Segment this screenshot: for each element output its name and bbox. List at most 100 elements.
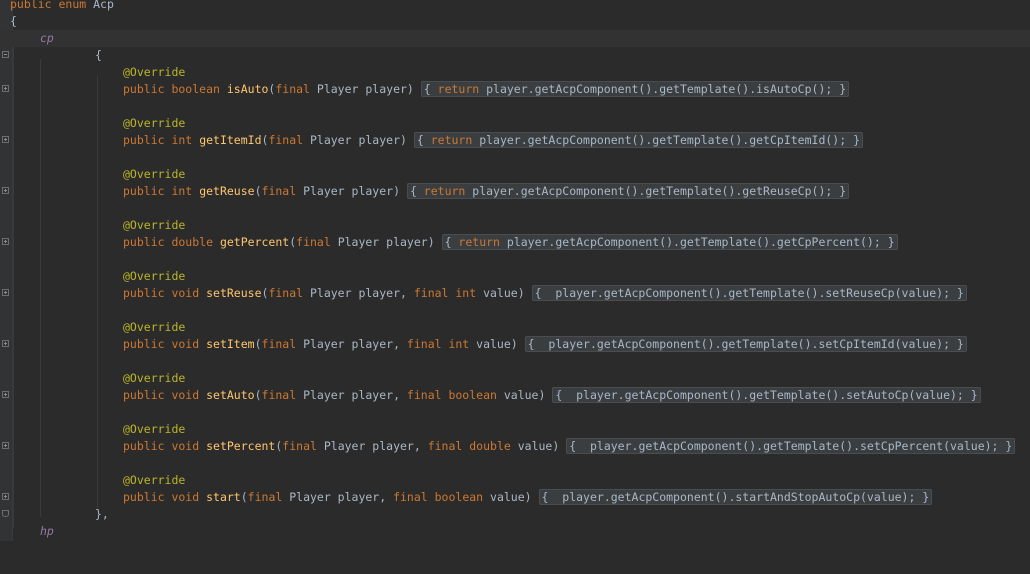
fold-expand-icon[interactable] — [2, 340, 9, 347]
method-name: setReuse — [206, 286, 262, 300]
inner-close-brace: }, — [95, 507, 109, 521]
fold-expand-icon[interactable] — [2, 442, 9, 449]
method-body: player.getAcpComponent().getTemplate().s… — [541, 337, 950, 351]
line-method-isAuto[interactable]: public boolean isAuto(final Player playe… — [0, 81, 1030, 98]
line-annotation[interactable]: @Override — [0, 166, 1030, 183]
line-inner-close[interactable]: }, — [0, 506, 1030, 523]
method-modifiers: public int — [123, 184, 193, 198]
override-annotation: @Override — [123, 167, 186, 181]
return-keyword: return — [458, 235, 500, 249]
param-text: value — [476, 286, 518, 300]
line-annotation[interactable]: @Override — [0, 217, 1030, 234]
line-method-getPercent[interactable]: public double getPercent(final Player pl… — [0, 234, 1030, 251]
collapsed-method-body[interactable]: { return player.getAcpComponent().getTem… — [406, 183, 850, 199]
method-body: player.getAcpComponent().getTemplate().g… — [472, 133, 847, 147]
collapsed-method-body[interactable]: { player.getAcpComponent().getTemplate()… — [566, 438, 1016, 454]
method-body: player.getAcpComponent().getTemplate().s… — [583, 439, 999, 453]
fold-expand-icon[interactable] — [2, 493, 9, 500]
param-keyword: final — [275, 82, 310, 96]
line-method-setReuse[interactable]: public void setReuse(final Player player… — [0, 285, 1030, 302]
param-text: value — [469, 337, 511, 351]
param-keyword: final — [261, 388, 297, 402]
collapsed-method-body[interactable]: { return player.getAcpComponent().getTem… — [420, 81, 850, 97]
param-keyword: final — [268, 286, 304, 300]
line-method-getReuse[interactable]: public int getReuse(final Player player)… — [0, 183, 1030, 200]
line-annotation[interactable]: @Override — [0, 319, 1030, 336]
method-modifiers: public void — [123, 490, 200, 504]
param-text: value — [496, 388, 539, 402]
fold-expand-icon[interactable] — [2, 187, 9, 194]
method-body: player.getAcpComponent().getTemplate().s… — [569, 388, 964, 402]
method-body: player.getAcpComponent().getTemplate().s… — [548, 286, 950, 300]
param-keyword: final — [261, 337, 297, 351]
line-method-setPercent[interactable]: public void setPercent(final Player play… — [0, 438, 1030, 455]
fold-expand-icon[interactable] — [2, 136, 9, 143]
line-annotation[interactable]: @Override — [0, 421, 1030, 438]
line-annotation[interactable]: @Override — [0, 115, 1030, 132]
collapsed-method-body[interactable]: { player.getAcpComponent().getTemplate()… — [552, 387, 981, 403]
param-text: Player player — [296, 184, 394, 198]
param-keyword: final — [282, 439, 317, 453]
line-method-setAuto[interactable]: public void setAuto(final Player player,… — [0, 387, 1030, 404]
fold-collapse-icon[interactable] — [2, 51, 9, 58]
param-keyword: final double — [427, 439, 511, 453]
override-annotation: @Override — [123, 116, 186, 130]
param-keyword: final — [268, 133, 304, 147]
fold-expand-icon[interactable] — [2, 238, 9, 245]
fold-expand-icon[interactable] — [2, 85, 9, 92]
code-editor[interactable]: public enum Acp { cp { @Override public b… — [0, 0, 1030, 541]
line-method-start[interactable]: public void start(final Player player, f… — [0, 489, 1030, 506]
method-name: getItemId — [199, 133, 262, 147]
return-keyword: return — [437, 82, 480, 96]
method-modifiers: public void — [123, 337, 200, 351]
method-name: start — [206, 490, 241, 504]
line-inner-open[interactable]: { — [0, 47, 1030, 64]
line-method-setItem[interactable]: public void setItem(final Player player,… — [0, 336, 1030, 353]
override-annotation: @Override — [123, 473, 186, 487]
method-name: isAuto — [226, 82, 269, 96]
keyword-enum: enum — [58, 0, 87, 11]
line-enum-header[interactable]: public enum Acp — [0, 0, 1030, 13]
line-constant-hp[interactable]: hp — [0, 523, 1030, 540]
open-brace: { — [10, 14, 17, 28]
collapsed-method-body[interactable]: { player.getAcpComponent().getTemplate()… — [524, 336, 967, 352]
line-open-brace[interactable]: { — [0, 13, 1030, 30]
line-annotation[interactable]: @Override — [0, 370, 1030, 387]
line-constant-cp[interactable]: cp — [0, 30, 1030, 47]
line-annotation[interactable]: @Override — [0, 64, 1030, 81]
param-keyword: final boolean — [406, 388, 497, 402]
line-annotation[interactable]: @Override — [0, 472, 1030, 489]
override-annotation: @Override — [123, 422, 186, 436]
method-modifiers: public void — [123, 439, 200, 453]
method-body: player.getAcpComponent().getTemplate().g… — [465, 184, 833, 198]
param-text: Player player, — [296, 337, 407, 351]
fold-expand-icon[interactable] — [2, 289, 9, 296]
collapsed-method-body[interactable]: { return player.getAcpComponent().getTem… — [413, 132, 863, 148]
fold-expand-icon[interactable] — [2, 391, 9, 398]
param-text: Player player — [303, 133, 400, 147]
line-annotation[interactable]: @Override — [0, 268, 1030, 285]
param-keyword: final — [247, 490, 283, 504]
param-keyword: final boolean — [393, 490, 484, 504]
method-modifiers: public void — [123, 388, 200, 402]
collapsed-method-body[interactable]: { player.getAcpComponent().getTemplate()… — [531, 285, 967, 301]
return-keyword: return — [430, 133, 473, 147]
override-annotation: @Override — [123, 371, 186, 385]
param-text: value — [483, 490, 525, 504]
override-annotation: @Override — [123, 218, 186, 232]
method-modifiers: public void — [123, 286, 200, 300]
override-annotation: @Override — [123, 65, 186, 79]
enum-constant-cp: cp — [40, 31, 54, 45]
param-text: Player player — [309, 82, 407, 96]
collapsed-method-body[interactable]: { return player.getAcpComponent().getTem… — [441, 234, 898, 250]
method-body: player.getAcpComponent().getTemplate().g… — [499, 235, 881, 249]
fold-end-icon[interactable] — [2, 510, 9, 517]
method-modifiers: public boolean — [123, 82, 220, 96]
line-method-getItemId[interactable]: public int getItemId(final Player player… — [0, 132, 1030, 149]
param-keyword: final int — [413, 286, 477, 300]
return-keyword: return — [423, 184, 466, 198]
param-text: Player player, — [296, 388, 407, 402]
collapsed-method-body[interactable]: { player.getAcpComponent().startAndStopA… — [538, 489, 933, 505]
method-body: player.getAcpComponent().getTemplate().i… — [479, 82, 833, 96]
param-text: Player player, — [282, 490, 394, 504]
